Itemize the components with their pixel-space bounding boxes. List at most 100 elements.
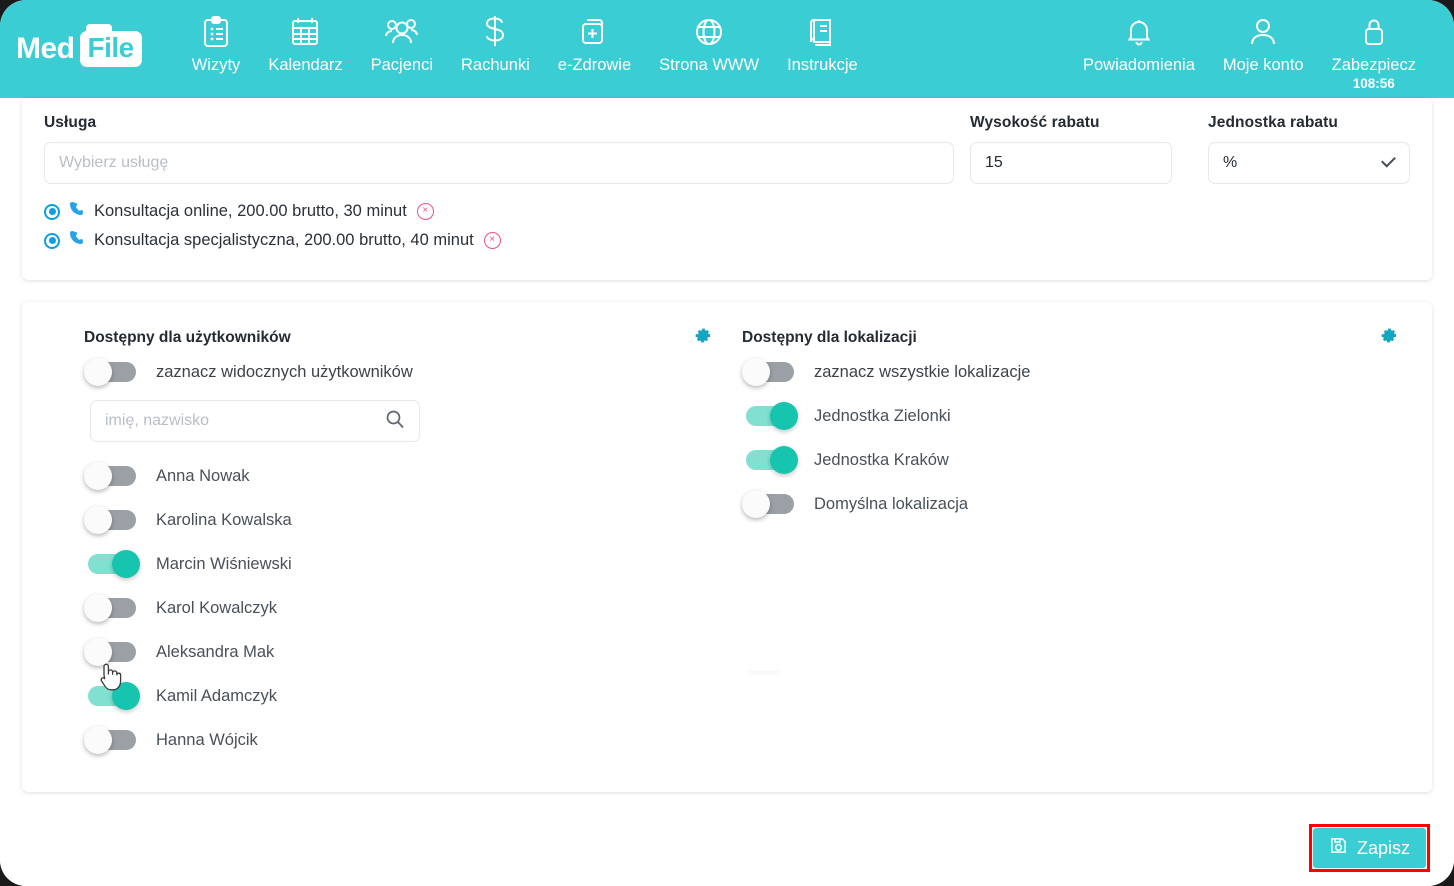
toggle-user-1[interactable] xyxy=(84,506,140,534)
gear-icon[interactable] xyxy=(693,326,712,350)
nav-item-powiadomienia[interactable]: Powiadomienia xyxy=(1069,0,1209,75)
book-icon xyxy=(807,14,837,50)
locations-panel: Dostępny dla lokalizacji zaznacz wszystk… xyxy=(724,326,1410,762)
location-name: Jednostka Kraków xyxy=(814,450,949,469)
discount-unit-value: % xyxy=(1223,154,1238,171)
list-item: Jednostka Kraków xyxy=(742,438,1410,482)
toggle-user-5[interactable] xyxy=(84,682,140,710)
app-window: Med File Wizyty Kalendarz Pacjenci Rachu… xyxy=(0,0,1454,886)
clipboard-icon xyxy=(201,14,231,50)
users-panel-title: Dostępny dla użytkowników xyxy=(84,329,291,346)
logo[interactable]: Med File xyxy=(16,0,142,98)
service-text: Konsultacja specjalistyczna, 200.00 brut… xyxy=(94,231,474,249)
user-name: Anna Nowak xyxy=(156,466,250,485)
discount-amount-input[interactable]: 15 xyxy=(970,142,1172,184)
nav-item-label: Rachunki xyxy=(461,56,530,74)
toggle-select-all-locations[interactable] xyxy=(742,358,798,386)
user-name: Karolina Kowalska xyxy=(156,510,292,529)
toggle-location-1[interactable] xyxy=(742,446,798,474)
locations-panel-title: Dostępny dla lokalizacji xyxy=(742,329,917,346)
availability-card: Dostępny dla użytkowników zaznacz widocz… xyxy=(22,302,1432,792)
service-row: Konsultacja online, 200.00 brutto, 30 mi… xyxy=(44,200,1410,223)
toggle-row-select-all-users: zaznacz widocznych użytkowników xyxy=(84,350,724,394)
nav-item-label: Instrukcje xyxy=(787,56,858,74)
toggle-user-2[interactable] xyxy=(84,550,140,578)
toggle-knob xyxy=(84,358,112,386)
toggle-user-4[interactable] xyxy=(84,638,140,666)
nav-item-zabezpiecz[interactable]: Zabezpiecz 108:56 xyxy=(1318,0,1430,91)
discount-unit-label: Jednostka rabatu xyxy=(1208,114,1338,131)
nav-item-label: Powiadomienia xyxy=(1082,56,1195,74)
users-panel: Dostępny dla użytkowników zaznacz widocz… xyxy=(44,326,724,762)
phone-icon xyxy=(68,200,86,223)
selected-services-list: Konsultacja online, 200.00 brutto, 30 mi… xyxy=(44,200,1410,252)
folder-tab-shape xyxy=(85,24,112,33)
toggle-label: zaznacz widocznych użytkowników xyxy=(156,362,413,381)
gear-icon[interactable] xyxy=(1379,326,1398,350)
location-name: Domyślna lokalizacja xyxy=(814,494,969,513)
location-name: Jednostka Zielonki xyxy=(814,406,951,425)
user-nav: Powiadomienia Moje konto Zabezpiecz 108:… xyxy=(1069,0,1430,91)
toggle-location-2[interactable] xyxy=(742,490,798,518)
toggle-location-0[interactable] xyxy=(742,402,798,430)
nav-item-rachunki[interactable]: Rachunki xyxy=(447,0,544,75)
service-input[interactable]: Wybierz usługę xyxy=(44,142,954,184)
remove-service-icon[interactable]: × xyxy=(483,232,501,249)
nav-item-ezdrowie[interactable]: e-Zdrowie xyxy=(544,0,645,75)
phone-icon xyxy=(68,229,86,252)
toggle-select-visible-users[interactable] xyxy=(84,358,140,386)
nav-item-strona-www[interactable]: Strona WWW xyxy=(645,0,773,75)
remove-service-icon[interactable]: × xyxy=(416,203,434,220)
nav-item-label: Wizyty xyxy=(191,56,241,74)
user-search-wrapper: imię, nazwisko xyxy=(90,400,420,442)
toggle-knob xyxy=(84,726,112,754)
list-item: Anna Nowak xyxy=(84,454,724,498)
list-item: Jednostka Zielonki xyxy=(742,394,1410,438)
toggle-label: zaznacz wszystkie lokalizacje xyxy=(814,362,1031,381)
toggle-knob xyxy=(112,550,140,578)
user-icon xyxy=(1249,14,1277,50)
page-body: Usługa Wybierz usługę Wysokość rabatu 15… xyxy=(0,98,1454,886)
nav-item-label: Pacjenci xyxy=(370,56,433,74)
chevron-down-icon xyxy=(1381,152,1396,168)
toggle-row-select-all-locations: zaznacz wszystkie lokalizacje xyxy=(742,350,1410,394)
list-item: Marcin Wiśniewski xyxy=(84,542,724,586)
nav-item-instrukcje[interactable]: Instrukcje xyxy=(773,0,872,75)
toggle-user-0[interactable] xyxy=(84,462,140,490)
calendar-icon xyxy=(289,14,321,50)
user-name: Karol Kowalczyk xyxy=(156,598,278,617)
discount-unit-select[interactable]: % xyxy=(1208,142,1410,184)
nav-item-pacjenci[interactable]: Pacjenci xyxy=(357,0,447,75)
save-disk-icon xyxy=(1329,836,1348,860)
toggle-user-6[interactable] xyxy=(84,726,140,754)
toggle-knob xyxy=(770,446,798,474)
health-card-icon xyxy=(578,14,610,50)
user-search-input[interactable]: imię, nazwisko xyxy=(90,400,420,442)
logo-text-file: File xyxy=(79,24,142,67)
toggle-user-3[interactable] xyxy=(84,594,140,622)
nav-item-moje-konto[interactable]: Moje konto xyxy=(1209,0,1318,75)
nav-item-kalendarz[interactable]: Kalendarz xyxy=(254,0,356,75)
save-button-highlight: Zapisz xyxy=(1308,824,1430,872)
main-nav: Wizyty Kalendarz Pacjenci Rachunki e-Zdr… xyxy=(178,0,1069,75)
globe-icon xyxy=(693,14,725,50)
bell-icon xyxy=(1124,14,1154,50)
list-item: Aleksandra Mak xyxy=(84,630,724,674)
search-icon[interactable] xyxy=(385,409,405,434)
service-radio[interactable] xyxy=(44,232,60,249)
service-card: Usługa Wybierz usługę Wysokość rabatu 15… xyxy=(22,98,1432,280)
list-item: Kamil Adamczyk xyxy=(84,674,724,718)
user-list: Anna Nowak Karolina Kowalska Marcin Wiśn… xyxy=(84,454,724,762)
lock-icon xyxy=(1360,14,1388,50)
placeholder-shape xyxy=(748,670,780,675)
discount-amount-field: Wysokość rabatu 15 xyxy=(970,114,1172,184)
save-button[interactable]: Zapisz xyxy=(1312,828,1426,868)
service-radio[interactable] xyxy=(44,203,60,220)
user-name: Aleksandra Mak xyxy=(156,642,275,661)
toggle-knob xyxy=(742,358,770,386)
user-search-placeholder: imię, nazwisko xyxy=(105,412,210,429)
nav-item-wizyty[interactable]: Wizyty xyxy=(178,0,255,75)
users-icon xyxy=(384,14,420,50)
service-label: Usługa xyxy=(44,114,97,131)
toggle-knob xyxy=(84,594,112,622)
